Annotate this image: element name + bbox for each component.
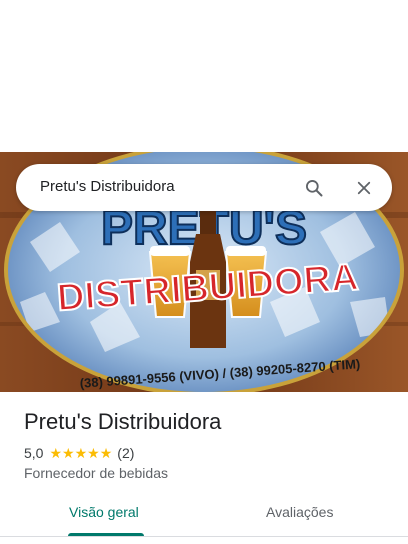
search-input[interactable]: Pretu's Distribuidora: [40, 178, 175, 195]
rating-stars: ★ ★ ★ ★ ★: [49, 446, 112, 460]
tabs-divider: [0, 536, 408, 537]
search-icon: [306, 180, 323, 197]
search-button[interactable]: [298, 172, 330, 204]
tab-bar: Visão geral Avaliações: [0, 496, 408, 536]
place-category[interactable]: Fornecedor de bebidas: [24, 465, 168, 481]
search-bar[interactable]: Pretu's Distribuidora: [16, 164, 392, 211]
rating-value: 5,0: [24, 445, 44, 461]
tab-reviews[interactable]: Avaliações: [266, 504, 333, 520]
clear-search-button[interactable]: [348, 172, 380, 204]
star-icon: ★: [99, 445, 113, 461]
star-icon: ★: [74, 445, 88, 461]
star-icon: ★: [49, 445, 63, 461]
review-count[interactable]: (2): [117, 445, 134, 461]
place-name: Pretu's Distribuidora: [24, 409, 222, 434]
star-icon: ★: [62, 445, 75, 461]
rating-row[interactable]: 5,0 ★ ★ ★ ★ ★ (2): [24, 444, 134, 462]
star-icon: ★: [87, 445, 100, 461]
close-icon: [357, 181, 371, 195]
tab-overview[interactable]: Visão geral: [69, 504, 139, 520]
